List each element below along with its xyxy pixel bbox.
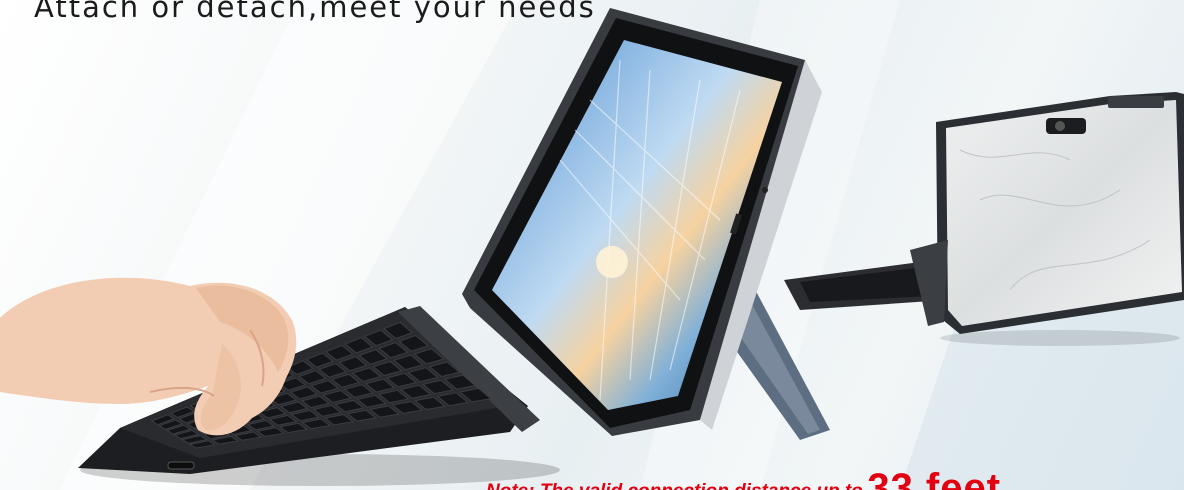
connection-distance-note: Note: The valid connection distance up t…	[486, 462, 1001, 490]
note-text: Note: The valid connection distance up t…	[486, 481, 863, 490]
note-distance-value: 33 feet	[867, 466, 1002, 490]
tablet-back-view-illustration	[784, 92, 1184, 346]
camera-icon	[1046, 118, 1086, 134]
product-banner: Attach or detach,meet your needs 33 feet	[0, 0, 1184, 490]
tablet-icon	[910, 92, 1184, 346]
